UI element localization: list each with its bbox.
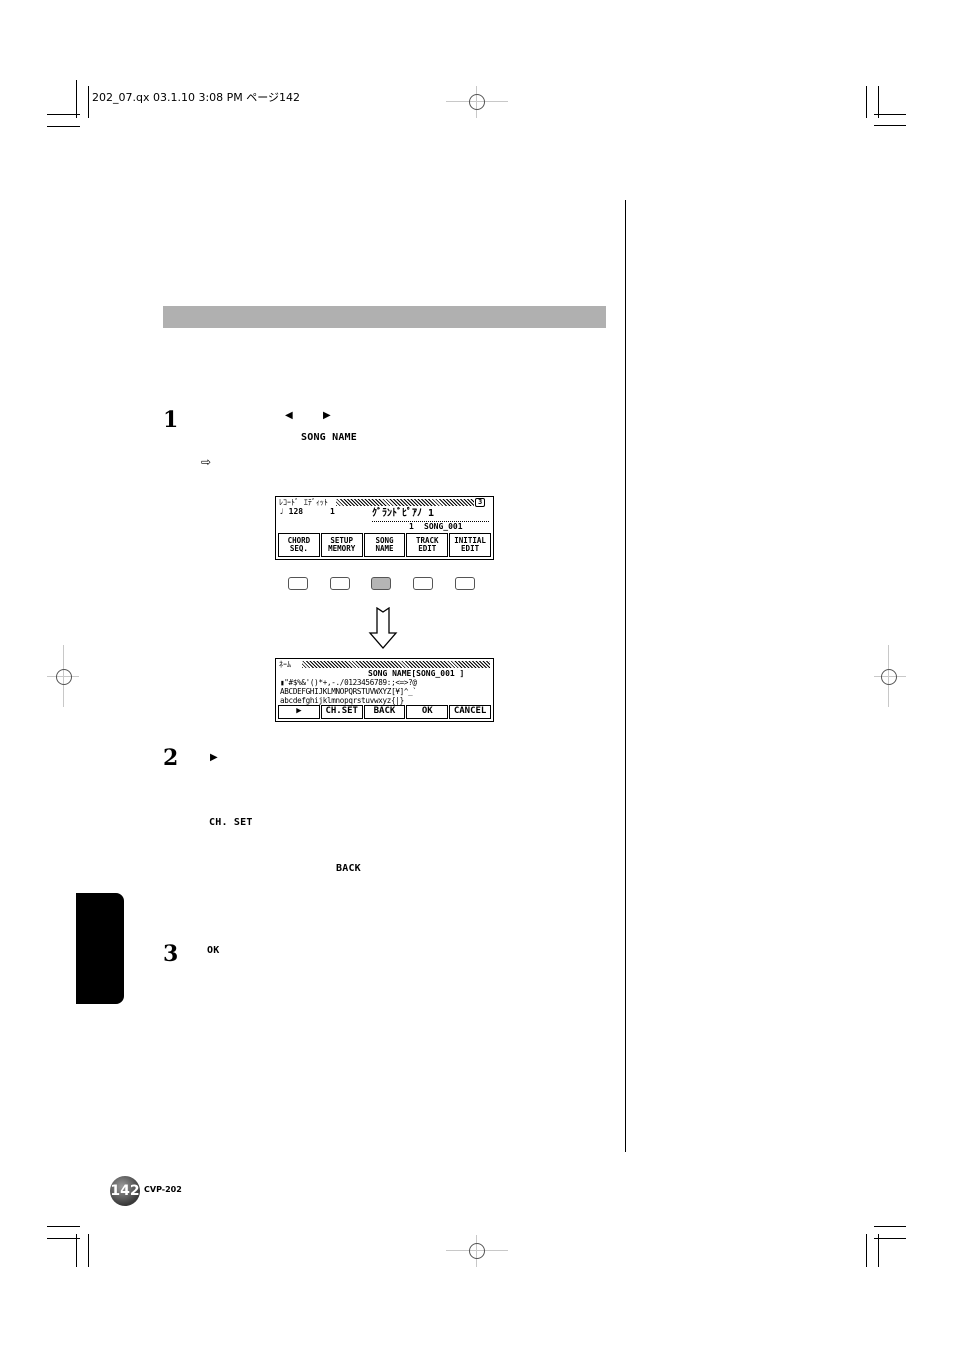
print-slug: 202_07.qx 03.1.10 3:08 PM ページ142 bbox=[92, 91, 301, 104]
song-name-label: SONG NAME bbox=[301, 432, 357, 443]
right-arrow-icon: ▶ bbox=[210, 752, 218, 763]
panel-button-4[interactable] bbox=[413, 577, 433, 590]
screen-title: ﾚｺｰﾄﾞ ｴﾃﾞｨｯﾄ bbox=[279, 498, 328, 507]
step-number-2: 2 bbox=[163, 745, 179, 771]
registration-circle-icon bbox=[469, 1243, 485, 1259]
crop-mark bbox=[874, 1226, 906, 1227]
lcd-button-back[interactable]: BACK bbox=[363, 705, 406, 719]
ch-set-label: CH. SET bbox=[209, 817, 253, 828]
crop-mark bbox=[874, 125, 906, 126]
panel-button-1[interactable] bbox=[288, 577, 308, 590]
ok-label: OK bbox=[207, 945, 220, 956]
crop-mark bbox=[47, 114, 80, 115]
registration-circle-icon bbox=[881, 669, 897, 685]
page-number-badge: 142 bbox=[110, 1176, 140, 1206]
song-number: 1 bbox=[409, 522, 414, 531]
reference-arrow-icon: ⇨ bbox=[201, 455, 212, 469]
crop-mark bbox=[874, 114, 906, 115]
lcd-button-cancel[interactable]: CANCEL bbox=[449, 705, 491, 719]
char-row-3[interactable]: abcdefghijklmnopqrstuvwxyz{|} bbox=[280, 697, 404, 705]
lcd-button-initial-edit[interactable]: INITIAL EDIT bbox=[449, 533, 491, 557]
panel-button-2[interactable] bbox=[330, 577, 350, 590]
registration-circle-icon bbox=[56, 669, 72, 685]
screen-title: ﾈｰﾑ bbox=[279, 660, 291, 669]
song-name: SONG_001 bbox=[424, 522, 463, 531]
lcd-button-cursor-right[interactable]: ▶ bbox=[278, 705, 320, 719]
measure-value: 1 bbox=[330, 507, 335, 516]
column-divider bbox=[625, 200, 626, 1152]
lcd-button-ch-set[interactable]: CH.SET bbox=[320, 705, 363, 719]
crop-mark bbox=[866, 86, 867, 118]
crop-mark bbox=[47, 1226, 80, 1227]
model-name: CVP-202 bbox=[144, 1185, 182, 1194]
title-bar-hatch bbox=[336, 499, 474, 506]
lcd-button-row: CHORD SEQ. SETUP MEMORY SONG NAME TRACK EDIT… bbox=[278, 533, 491, 557]
chapter-tab bbox=[76, 893, 124, 1004]
lcd-button-song-name[interactable]: SONG NAME bbox=[363, 533, 406, 557]
step-number-1: 1 bbox=[163, 407, 179, 433]
step-number-3: 3 bbox=[163, 941, 179, 967]
back-label: BACK bbox=[336, 863, 361, 874]
crop-mark bbox=[866, 1234, 867, 1267]
left-arrow-icon: ◀ bbox=[285, 410, 293, 421]
panel-button-5[interactable] bbox=[455, 577, 475, 590]
lcd-screen-name-entry: ﾈｰﾑ SONG NAME[SONG_001 ] ▮"#$%&'()*+,-./… bbox=[275, 658, 494, 722]
voice-name: ｸﾞﾗﾝﾄﾞﾋﾟｱﾉ 1 bbox=[372, 508, 435, 519]
section-heading-bar bbox=[163, 306, 606, 328]
crop-mark bbox=[88, 86, 89, 118]
registration-circle-icon bbox=[469, 94, 485, 110]
lcd-button-setup-memory[interactable]: SETUP MEMORY bbox=[320, 533, 363, 557]
crop-mark bbox=[76, 80, 77, 118]
name-field[interactable]: SONG NAME[SONG_001 ] bbox=[368, 670, 464, 678]
char-row-2[interactable]: ABCDEFGHIJKLMNOPQRSTUVWXYZ[¥]^_` bbox=[280, 688, 417, 696]
crop-mark bbox=[878, 1234, 879, 1267]
crop-mark bbox=[76, 1234, 77, 1267]
crop-mark bbox=[47, 126, 80, 127]
crop-mark bbox=[88, 1234, 89, 1267]
lcd-button-ok[interactable]: OK bbox=[406, 705, 449, 719]
down-arrow-icon bbox=[368, 607, 398, 649]
lcd-button-chord-seq[interactable]: CHORD SEQ. bbox=[278, 533, 320, 557]
panel-button-3-pressed[interactable] bbox=[371, 577, 391, 590]
tempo-value: ♩ 128 bbox=[279, 507, 304, 516]
lcd-screen-record-edit: ﾚｺｰﾄﾞ ｴﾃﾞｨｯﾄ 3 ♩ 128 1 ｸﾞﾗﾝﾄﾞﾋﾟｱﾉ 1 1 SO… bbox=[275, 496, 494, 560]
lcd-button-row: ▶ CH.SET BACK OK CANCEL bbox=[278, 705, 491, 719]
page-indicator: 3 bbox=[475, 498, 486, 507]
lcd-button-track-edit[interactable]: TRACK EDIT bbox=[406, 533, 449, 557]
right-arrow-icon: ▶ bbox=[323, 410, 331, 421]
char-row-1[interactable]: ▮"#$%&'()*+,-./0123456789:;<=>?@ bbox=[280, 679, 417, 687]
title-bar-hatch bbox=[302, 661, 490, 668]
